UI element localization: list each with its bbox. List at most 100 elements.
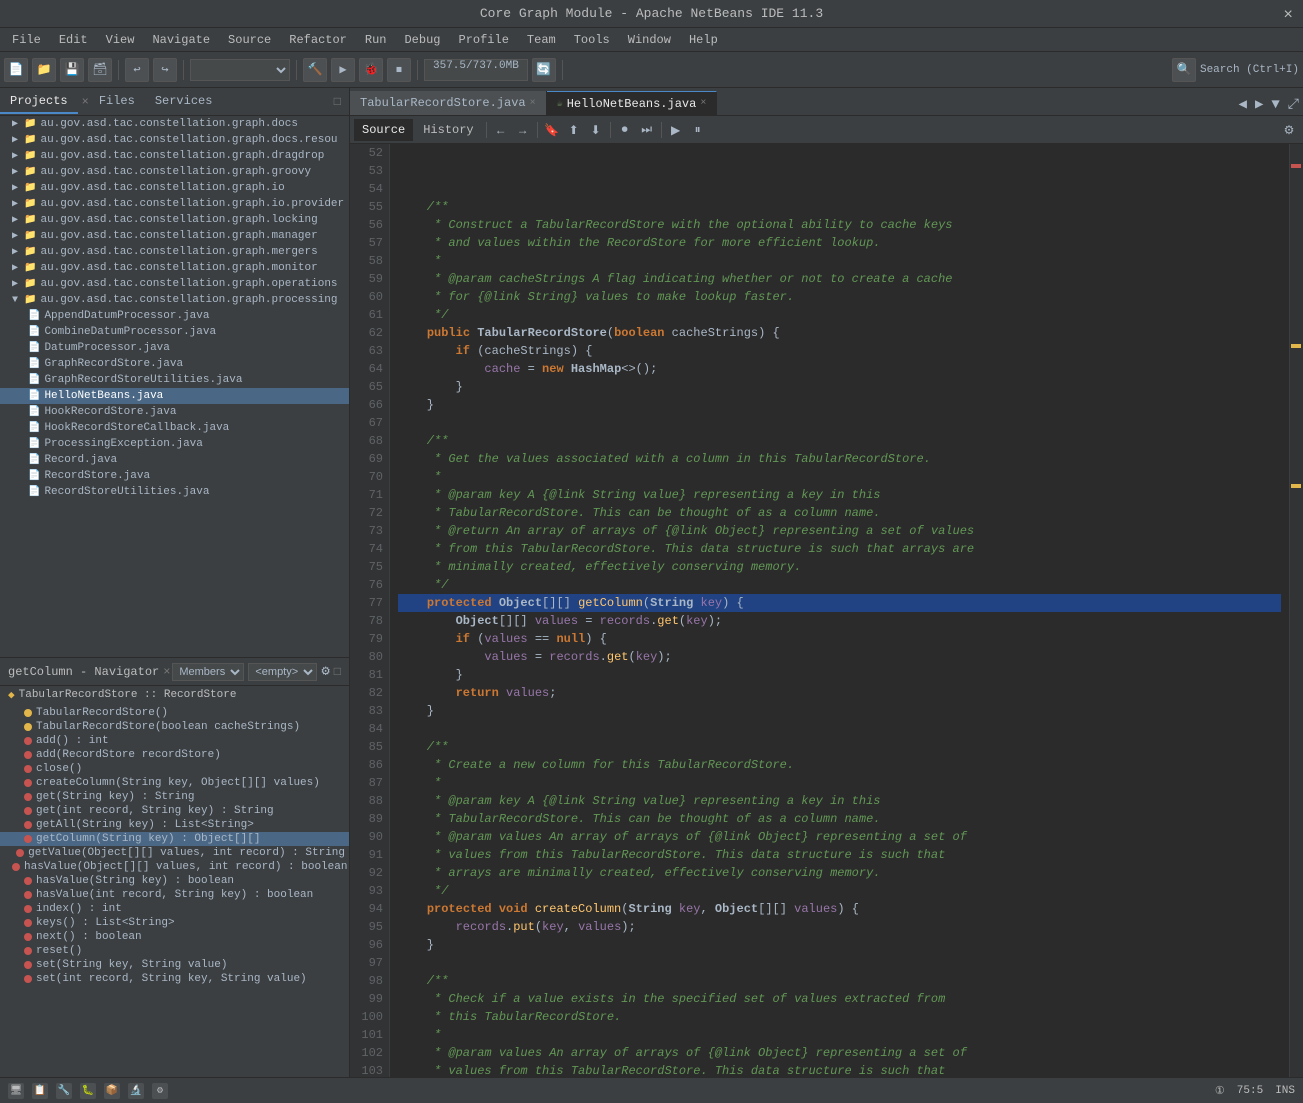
tree-item[interactable]: ▼ 📁au.gov.asd.tac.constellation.graph.pr…	[0, 292, 349, 308]
nav-list-item[interactable]: index() : int	[0, 902, 349, 916]
tree-item[interactable]: ▶ 📁au.gov.asd.tac.constellation.graph.me…	[0, 244, 349, 260]
menu-refactor[interactable]: Refactor	[281, 31, 355, 49]
redo-btn[interactable]: ↪	[153, 58, 177, 82]
nav-list-item[interactable]: next() : boolean	[0, 930, 349, 944]
nav-list-item[interactable]: hasValue(String key) : boolean	[0, 874, 349, 888]
memory-indicator[interactable]: 357.5/737.0MB	[424, 59, 528, 81]
status-icon-6[interactable]: 🔬	[128, 1083, 144, 1099]
nav-list-item[interactable]: getColumn(String key) : Object[][]	[0, 832, 349, 846]
tree-item[interactable]: 📄DatumProcessor.java	[0, 340, 349, 356]
save-btn[interactable]: 💾	[60, 58, 84, 82]
tree-item[interactable]: 📄GraphRecordStoreUtilities.java	[0, 372, 349, 388]
source-tab[interactable]: Source	[354, 119, 413, 141]
forward-btn[interactable]: →	[513, 120, 533, 140]
tab-dropdown[interactable]: ▼	[1267, 95, 1283, 115]
files-tab[interactable]: Files	[89, 90, 145, 114]
tree-item[interactable]: ▶ 📁au.gov.asd.tac.constellation.graph.io…	[0, 196, 349, 212]
search-btn[interactable]: 🔍	[1172, 58, 1196, 82]
tree-item[interactable]: ▶ 📁au.gov.asd.tac.constellation.graph.ma…	[0, 228, 349, 244]
run-to-cursor-btn[interactable]: ▶	[666, 120, 686, 140]
nav-list-item[interactable]: getValue(Object[][] values, int record) …	[0, 846, 349, 860]
tree-item[interactable]: ▶ 📁au.gov.asd.tac.constellation.graph.io	[0, 180, 349, 196]
tree-item[interactable]: ▶ 📁au.gov.asd.tac.constellation.graph.dr…	[0, 148, 349, 164]
tree-item[interactable]: 📄HelloNetBeans.java	[0, 388, 349, 404]
tree-item[interactable]: ▶ 📁au.gov.asd.tac.constellation.graph.gr…	[0, 164, 349, 180]
nav-list-item[interactable]: TabularRecordStore()	[0, 706, 349, 720]
tree-item[interactable]: ▶ 📁au.gov.asd.tac.constellation.graph.lo…	[0, 212, 349, 228]
nav-list-item[interactable]: set(String key, String value)	[0, 958, 349, 972]
scroll-tabs-right[interactable]: ▶	[1251, 94, 1267, 115]
run-btn[interactable]: ▶	[331, 58, 355, 82]
tree-item[interactable]: 📄HookRecordStore.java	[0, 404, 349, 420]
tab-tabularrecordstore[interactable]: TabularRecordStore.java ×	[350, 91, 547, 115]
nav-list-item[interactable]: hasValue(Object[][] values, int record) …	[0, 860, 349, 874]
status-icon-3[interactable]: 🔧	[56, 1083, 72, 1099]
toggle-bookmark-btn[interactable]: 🔖	[542, 120, 562, 140]
menu-file[interactable]: File	[4, 31, 49, 49]
services-tab[interactable]: Services	[145, 90, 223, 114]
nav-list-item[interactable]: add() : int	[0, 734, 349, 748]
projects-tab-close[interactable]: ×	[82, 95, 89, 109]
nav-panel-close[interactable]: □	[334, 665, 341, 679]
nav-list-item[interactable]: hasValue(int record, String key) : boole…	[0, 888, 349, 902]
back-btn[interactable]: ←	[491, 120, 511, 140]
history-tab[interactable]: History	[415, 119, 481, 141]
nav-list-item[interactable]: getAll(String key) : List<String>	[0, 818, 349, 832]
status-icon-4[interactable]: 🐛	[80, 1083, 96, 1099]
tree-item[interactable]: 📄GraphRecordStore.java	[0, 356, 349, 372]
next-bookmark-btn[interactable]: ⬇	[586, 120, 606, 140]
close-button[interactable]: ×	[1283, 6, 1293, 24]
status-icon-2[interactable]: 📋	[32, 1083, 48, 1099]
nav-list-item[interactable]: add(RecordStore recordStore)	[0, 748, 349, 762]
nav-list-item[interactable]: createColumn(String key, Object[][] valu…	[0, 776, 349, 790]
menu-team[interactable]: Team	[519, 31, 564, 49]
step-btn[interactable]: ⏭	[637, 120, 657, 140]
tree-item[interactable]: ▶ 📁au.gov.asd.tac.constellation.graph.op…	[0, 276, 349, 292]
tab-hellonetbeans[interactable]: ☕ HelloNetBeans.java ×	[547, 91, 718, 115]
menu-run[interactable]: Run	[357, 31, 395, 49]
panel-close-btn[interactable]: □	[326, 95, 349, 109]
menu-navigate[interactable]: Navigate	[144, 31, 218, 49]
toggle-breakpoint-btn[interactable]: ⏺	[615, 120, 635, 140]
navigator-close[interactable]: ×	[163, 665, 170, 679]
nav-list-item[interactable]: set(int record, String key, String value…	[0, 972, 349, 986]
filter-combo[interactable]: <empty>	[248, 663, 317, 681]
save-all-btn[interactable]: 🗃	[88, 58, 112, 82]
menu-source[interactable]: Source	[220, 31, 279, 49]
settings-btn[interactable]: ⚙	[1279, 120, 1299, 140]
debug-btn[interactable]: 🐞	[359, 58, 383, 82]
clean-build-btn[interactable]: 🔨	[303, 58, 327, 82]
nav-settings-btn[interactable]: ⚙	[321, 663, 329, 680]
tree-item[interactable]: 📄RecordStoreUtilities.java	[0, 484, 349, 500]
tree-item[interactable]: 📄RecordStore.java	[0, 468, 349, 484]
tree-item[interactable]: ▶ 📁au.gov.asd.tac.constellation.graph.do…	[0, 116, 349, 132]
menu-help[interactable]: Help	[681, 31, 726, 49]
nav-list-item[interactable]: keys() : List<String>	[0, 916, 349, 930]
nav-list-item[interactable]: reset()	[0, 944, 349, 958]
tree-item[interactable]: ▶ 📁au.gov.asd.tac.constellation.graph.do…	[0, 132, 349, 148]
tree-item[interactable]: 📄Record.java	[0, 452, 349, 468]
prev-bookmark-btn[interactable]: ⬆	[564, 120, 584, 140]
status-icon-7[interactable]: ⚙	[152, 1083, 168, 1099]
nav-list-item[interactable]: close()	[0, 762, 349, 776]
tree-item[interactable]: ▶ 📁au.gov.asd.tac.constellation.graph.mo…	[0, 260, 349, 276]
status-icon-5[interactable]: 📦	[104, 1083, 120, 1099]
tree-item[interactable]: 📄HookRecordStoreCallback.java	[0, 420, 349, 436]
members-combo[interactable]: Members	[172, 663, 244, 681]
tree-item[interactable]: 📄CombineDatumProcessor.java	[0, 324, 349, 340]
nav-list-item[interactable]: TabularRecordStore(boolean cacheStrings)	[0, 720, 349, 734]
menu-edit[interactable]: Edit	[51, 31, 96, 49]
menu-tools[interactable]: Tools	[566, 31, 618, 49]
menu-view[interactable]: View	[98, 31, 143, 49]
stop-btn[interactable]: ⏹	[387, 58, 411, 82]
menu-window[interactable]: Window	[620, 31, 679, 49]
maximize-editor[interactable]: ⤢	[1284, 95, 1303, 115]
nav-list-item[interactable]: get(String key) : String	[0, 790, 349, 804]
menu-debug[interactable]: Debug	[396, 31, 448, 49]
code-content[interactable]: /** * Construct a TabularRecordStore wit…	[390, 144, 1289, 1077]
status-icon-1[interactable]: 🖥	[8, 1083, 24, 1099]
undo-btn[interactable]: ↩	[125, 58, 149, 82]
projects-tab[interactable]: Projects	[0, 90, 78, 114]
new-file-btn[interactable]: 📄	[4, 58, 28, 82]
tree-item[interactable]: 📄AppendDatumProcessor.java	[0, 308, 349, 324]
